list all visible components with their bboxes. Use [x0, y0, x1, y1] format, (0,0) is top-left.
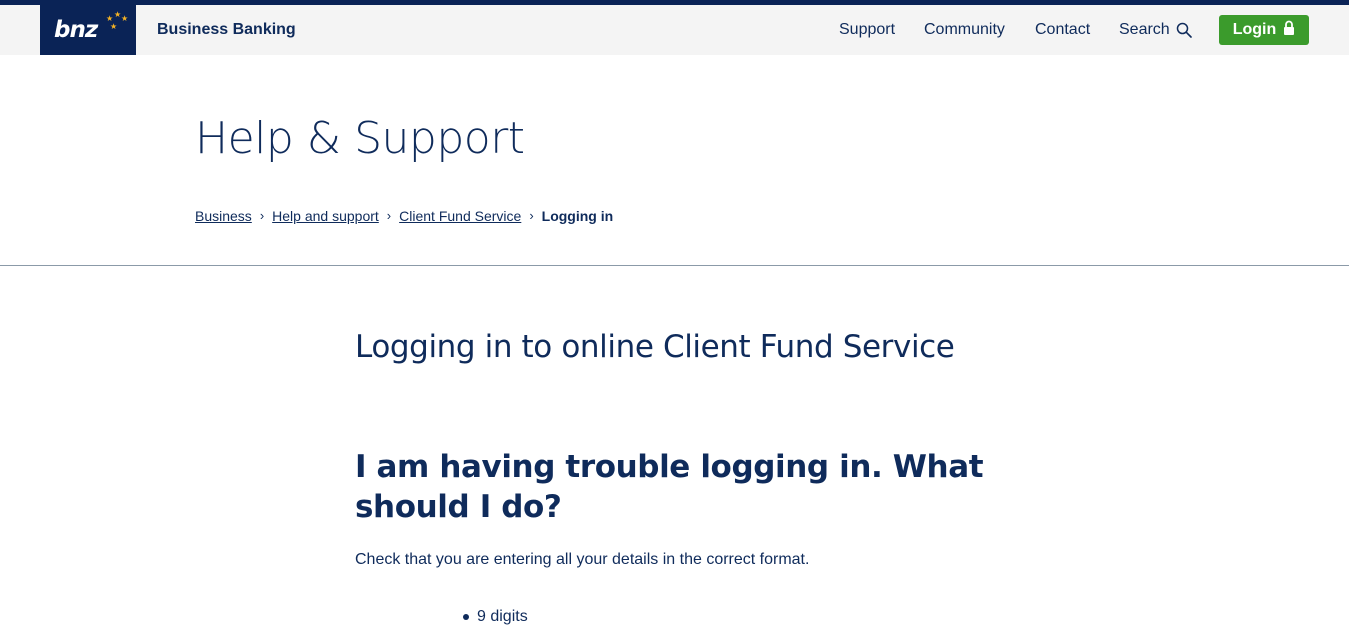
list-item: 9 digits [463, 607, 528, 627]
list-item-text: 9 digits [477, 608, 528, 625]
breadcrumb-current: Logging in [541, 208, 614, 224]
nav-search-label: Search [1119, 21, 1170, 38]
nav-support[interactable]: Support [839, 21, 895, 39]
brand-title[interactable]: Business Banking [157, 21, 296, 39]
breadcrumb-business[interactable]: Business [195, 208, 252, 224]
logo-text: bnz [54, 17, 98, 43]
login-label: Login [1232, 21, 1277, 38]
section-divider [0, 265, 1349, 266]
login-button[interactable]: Login [1219, 15, 1309, 45]
bullet-icon [463, 614, 469, 620]
page-title: Help & Support [195, 113, 525, 164]
nav-search[interactable]: Search [1119, 21, 1192, 39]
breadcrumb: Business › Help and support › Client Fun… [195, 208, 613, 224]
nav-contact[interactable]: Contact [1035, 21, 1090, 39]
lock-icon [1283, 20, 1295, 41]
breadcrumb-separator: › [259, 208, 265, 223]
bnz-logo[interactable]: bnz ★ ★ ★ ★ [40, 5, 136, 55]
breadcrumb-help-and-support[interactable]: Help and support [272, 208, 379, 224]
question-heading: I am having trouble logging in. What sho… [355, 449, 984, 525]
breadcrumb-separator: › [529, 208, 534, 223]
breadcrumb-separator: › [386, 208, 392, 223]
site-header: bnz ★ ★ ★ ★ Business Banking Support Com… [0, 5, 1349, 55]
format-list: 9 digits [463, 607, 528, 627]
breadcrumb-client-fund-service[interactable]: Client Fund Service [399, 208, 521, 224]
search-icon [1176, 22, 1192, 38]
body-text: Check that you are entering all your det… [355, 551, 810, 568]
article-title: Logging in to online Client Fund Service [355, 329, 955, 365]
nav-community[interactable]: Community [924, 21, 1005, 39]
